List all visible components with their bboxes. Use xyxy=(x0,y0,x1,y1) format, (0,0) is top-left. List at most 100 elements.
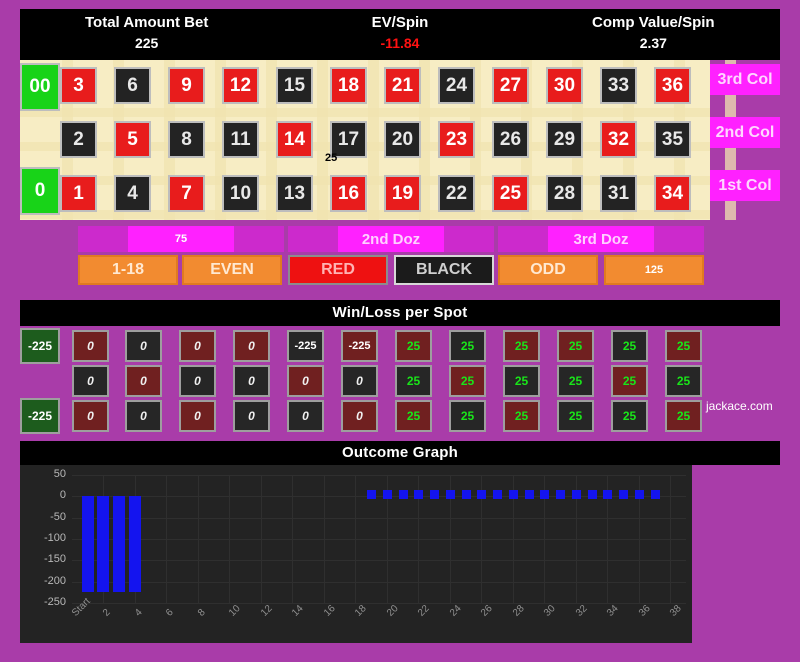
board-number-35[interactable]: 35 xyxy=(654,121,691,158)
board-number-4[interactable]: 4 xyxy=(114,175,151,212)
board-number-18[interactable]: 18 xyxy=(330,67,367,104)
graph-xtick: 16 xyxy=(322,603,338,619)
board-number-32[interactable]: 32 xyxy=(600,121,637,158)
board-number-13[interactable]: 13 xyxy=(276,175,313,212)
winloss-cell: 25 xyxy=(665,400,702,432)
board-number-19[interactable]: 19 xyxy=(384,175,421,212)
winloss-cell: 0 xyxy=(341,400,378,432)
column-bet-3[interactable]: 3rd Col xyxy=(710,64,780,95)
board-zero-00[interactable]: 00 xyxy=(20,63,60,111)
board-number-9[interactable]: 9 xyxy=(168,67,205,104)
dozen-bet-2[interactable]: 2nd Doz xyxy=(288,226,494,252)
dozen-bet-3[interactable]: 3rd Doz xyxy=(498,226,704,252)
graph-marker xyxy=(383,490,392,499)
board-number-31[interactable]: 31 xyxy=(600,175,637,212)
winloss-cell: 0 xyxy=(179,330,216,362)
graph-xtick: 2 xyxy=(101,607,113,619)
roulette-board[interactable]: 0003691215182124273033362581114172023262… xyxy=(20,60,710,220)
column-bet-1[interactable]: 1st Col xyxy=(710,170,780,201)
summary-bar: Total Amount BetEV/SpinComp Value/Spin 2… xyxy=(20,9,780,60)
summary-label-0: Total Amount Bet xyxy=(20,9,273,31)
graph-ytick: -100 xyxy=(6,532,66,544)
graph-gridline-v xyxy=(670,475,671,603)
board-number-29[interactable]: 29 xyxy=(546,121,583,158)
graph-ytick: -200 xyxy=(6,575,66,587)
board-number-24[interactable]: 24 xyxy=(438,67,475,104)
dozen-bet-label-2: 2nd Doz xyxy=(338,226,444,252)
outside-bet-1-18[interactable]: 1-18 xyxy=(78,255,178,285)
board-number-30[interactable]: 30 xyxy=(546,67,583,104)
graph-marker xyxy=(446,490,455,499)
board-number-36[interactable]: 36 xyxy=(654,67,691,104)
board-number-3[interactable]: 3 xyxy=(60,67,97,104)
outside-bet-odd[interactable]: ODD xyxy=(498,255,598,285)
graph-marker xyxy=(651,490,660,499)
graph-ytick: -150 xyxy=(6,553,66,565)
graph-marker xyxy=(430,490,439,499)
outside-bet-black[interactable]: BLACK xyxy=(394,255,494,285)
board-number-2[interactable]: 2 xyxy=(60,121,97,158)
graph-bar xyxy=(82,496,94,592)
graph-xtick: 4 xyxy=(133,607,145,619)
outside-bet-125[interactable]: 125 xyxy=(604,255,704,285)
graph-xtick: 10 xyxy=(227,603,243,619)
graph-xtick: 12 xyxy=(259,603,275,619)
board-number-8[interactable]: 8 xyxy=(168,121,205,158)
board-number-15[interactable]: 15 xyxy=(276,67,313,104)
board-number-16[interactable]: 16 xyxy=(330,175,367,212)
winloss-cell: 25 xyxy=(395,365,432,397)
winloss-cell: 0 xyxy=(125,330,162,362)
graph-marker xyxy=(603,490,612,499)
board-number-28[interactable]: 28 xyxy=(546,175,583,212)
winloss-cell: 25 xyxy=(611,400,648,432)
graph-xtick: 6 xyxy=(164,607,176,619)
graph-bar xyxy=(129,496,141,592)
winloss-cell: 0 xyxy=(233,330,270,362)
board-number-33[interactable]: 33 xyxy=(600,67,637,104)
graph-xtick: 36 xyxy=(637,603,653,619)
graph-marker xyxy=(462,490,471,499)
graph-ytick: 50 xyxy=(6,468,66,480)
board-number-27[interactable]: 27 xyxy=(492,67,529,104)
board-number-14[interactable]: 14 xyxy=(276,121,313,158)
board-number-25[interactable]: 25 xyxy=(492,175,529,212)
outcome-graph-header: Outcome Graph xyxy=(20,441,780,465)
graph-gridline-h xyxy=(72,539,686,540)
board-number-10[interactable]: 10 xyxy=(222,175,259,212)
graph-gridline-h xyxy=(72,560,686,561)
graph-gridline-v xyxy=(261,475,262,603)
winloss-cell: 25 xyxy=(449,330,486,362)
board-number-20[interactable]: 20 xyxy=(384,121,421,158)
felt-stripe xyxy=(20,108,710,117)
winloss-zero-0: -225 xyxy=(20,398,60,434)
board-number-34[interactable]: 34 xyxy=(654,175,691,212)
column-bet-2[interactable]: 2nd Col xyxy=(710,117,780,148)
board-number-26[interactable]: 26 xyxy=(492,121,529,158)
graph-bar xyxy=(113,496,125,592)
board-number-11[interactable]: 11 xyxy=(222,121,259,158)
winloss-cell: 25 xyxy=(611,330,648,362)
graph-marker xyxy=(572,490,581,499)
board-number-21[interactable]: 21 xyxy=(384,67,421,104)
dozen-bet-1[interactable]: 75 xyxy=(78,226,284,252)
winloss-cell: 0 xyxy=(72,330,109,362)
outside-bet-even[interactable]: EVEN xyxy=(182,255,282,285)
board-number-6[interactable]: 6 xyxy=(114,67,151,104)
graph-xtick: 22 xyxy=(416,603,432,619)
graph-marker xyxy=(540,490,549,499)
winloss-cell: 25 xyxy=(503,365,540,397)
graph-marker xyxy=(414,490,423,499)
board-number-22[interactable]: 22 xyxy=(438,175,475,212)
board-number-1[interactable]: 1 xyxy=(60,175,97,212)
graph-gridline-h xyxy=(72,518,686,519)
winloss-cell: 0 xyxy=(233,365,270,397)
outside-bet-red[interactable]: RED xyxy=(288,255,388,285)
board-number-5[interactable]: 5 xyxy=(114,121,151,158)
board-zero-0[interactable]: 0 xyxy=(20,167,60,215)
board-number-7[interactable]: 7 xyxy=(168,175,205,212)
graph-xtick: 28 xyxy=(511,603,527,619)
winloss-cell: 25 xyxy=(557,365,594,397)
board-number-23[interactable]: 23 xyxy=(438,121,475,158)
board-number-12[interactable]: 12 xyxy=(222,67,259,104)
board-chip-marker-0[interactable]: 25 xyxy=(325,152,337,164)
